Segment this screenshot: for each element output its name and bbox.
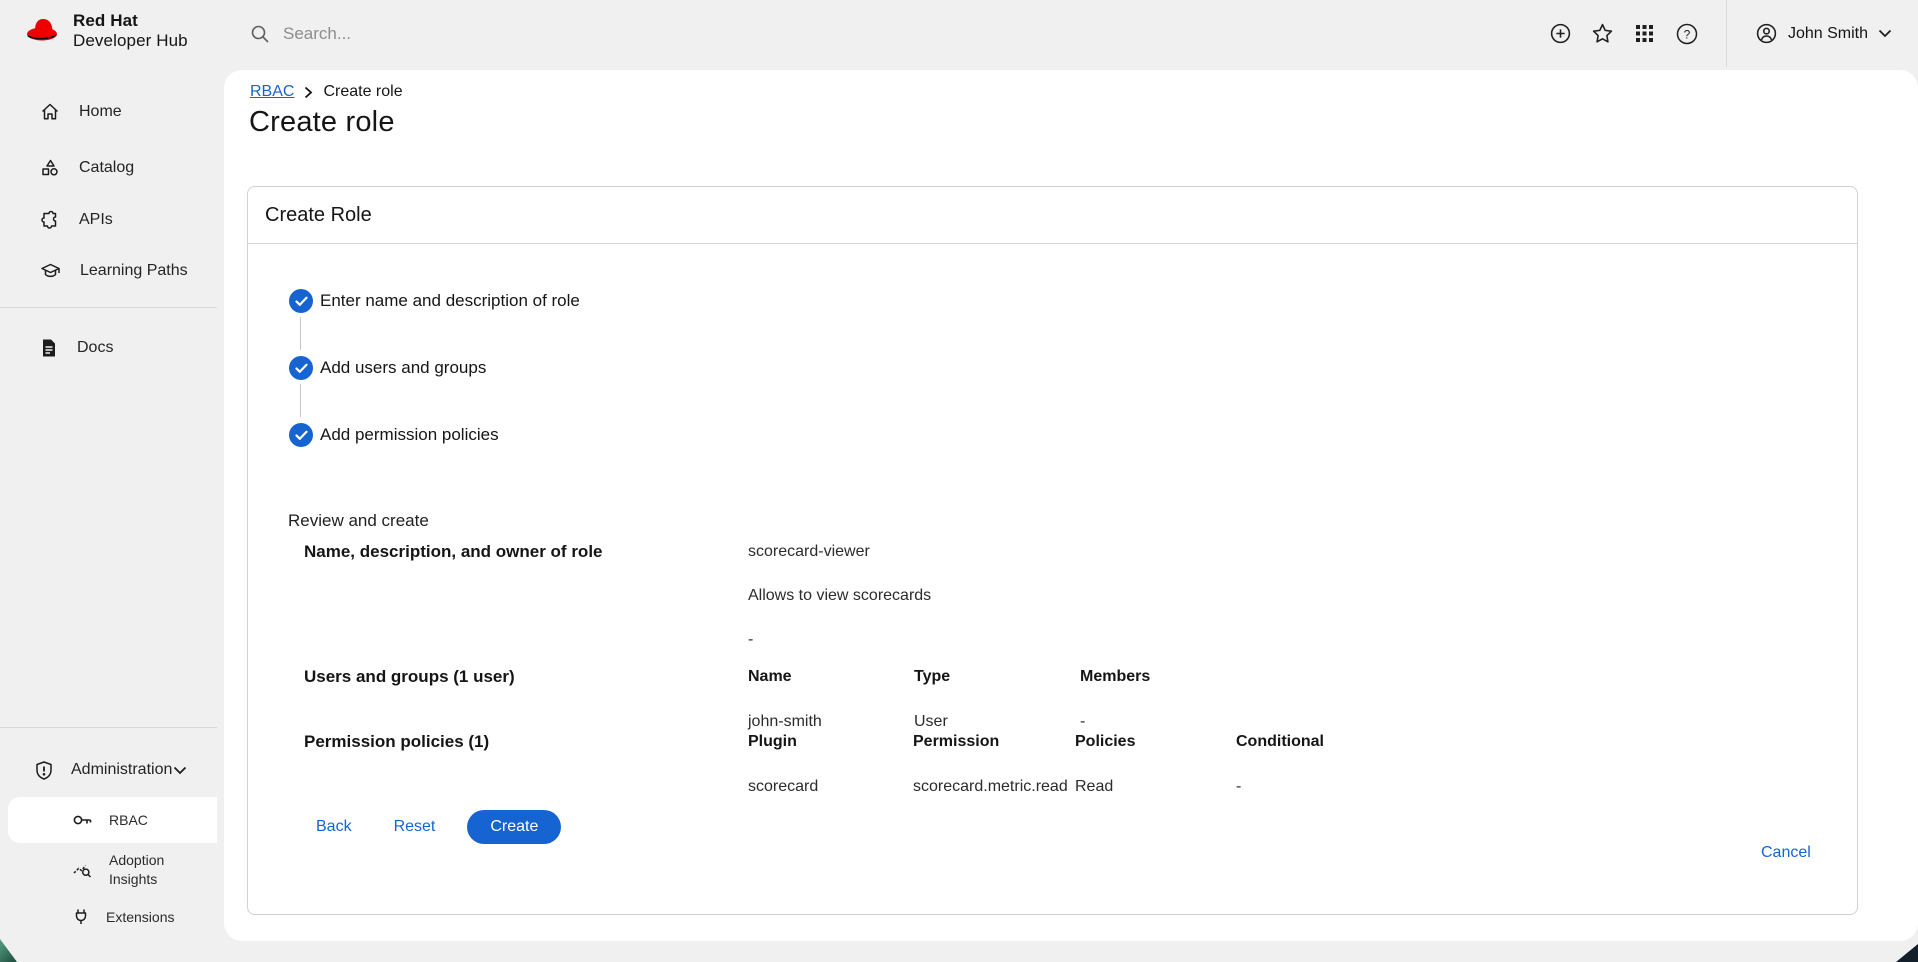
sidebar-nav: Home Catalog APIs Learning Paths Docs Ad… [0, 67, 217, 962]
sidebar-item-label: Administration [71, 761, 172, 779]
learning-paths-icon [40, 261, 61, 281]
search-placeholder: Search... [283, 24, 351, 44]
redhat-fedora-icon [21, 16, 65, 46]
step-connector [300, 384, 301, 417]
sidebar-item-extensions[interactable]: Extensions [0, 897, 217, 937]
key-icon [72, 811, 93, 829]
step-completed-check-icon [289, 356, 313, 380]
permissions-table: Plugin Permission Policies Conditional s… [748, 732, 1324, 797]
role-description-value: Allows to view scorecards [748, 586, 931, 606]
sidebar-divider [0, 727, 217, 728]
sidebar-item-learning-paths[interactable]: Learning Paths [0, 249, 217, 293]
users-cell: john-smith [748, 712, 914, 732]
sidebar-item-label: Extensions [106, 909, 174, 925]
admin-shield-icon [34, 760, 54, 781]
home-icon [40, 102, 60, 122]
step-add-users[interactable]: Add users and groups [289, 356, 486, 380]
add-circle-icon[interactable] [1540, 13, 1582, 55]
brand-line2: Developer Hub [73, 31, 188, 51]
sidebar-item-label: APIs [79, 211, 113, 229]
breadcrumb: RBAC Create role [250, 83, 403, 101]
app-header: Red Hat Developer Hub Search... [0, 0, 1918, 67]
create-button[interactable]: Create [467, 810, 561, 844]
permissions-col-header: Conditional [1236, 732, 1324, 752]
breadcrumb-chevron-icon [304, 86, 313, 99]
redhat-logo[interactable]: Red Hat Developer Hub [21, 11, 188, 51]
sidebar-item-rbac[interactable]: RBAC [8, 797, 217, 843]
cancel-button[interactable]: Cancel [1761, 844, 1811, 862]
sidebar-item-catalog[interactable]: Catalog [0, 146, 217, 190]
sidebar-item-administration[interactable]: Administration [0, 748, 217, 792]
chevron-down-icon [173, 766, 187, 775]
users-col-header: Type [914, 667, 1080, 687]
users-col-header: Members [1080, 667, 1150, 687]
create-role-card: Create Role Enter name and description o… [247, 186, 1858, 915]
sidebar-item-label: Learning Paths [80, 262, 188, 280]
sidebar-item-label: RBAC [109, 812, 148, 828]
search-input[interactable]: Search... [250, 0, 351, 67]
svg-text:?: ? [1684, 27, 1691, 41]
permissions-cell: scorecard [748, 777, 913, 797]
permissions-cell: - [1236, 777, 1324, 797]
step-add-permissions[interactable]: Add permission policies [289, 423, 499, 447]
users-cell: User [914, 712, 1080, 732]
user-name: John Smith [1788, 25, 1868, 43]
review-heading: Review and create [288, 511, 429, 531]
permissions-cell: scorecard.metric.read [913, 777, 1075, 797]
permissions-col-header: Plugin [748, 732, 913, 752]
review-name-section-label: Name, description, and owner of role [304, 542, 603, 562]
permissions-col-header: Policies [1075, 732, 1236, 752]
permissions-cell: Read [1075, 777, 1236, 797]
apis-icon [40, 210, 60, 230]
card-title: Create Role [265, 204, 372, 227]
sidebar-item-apis[interactable]: APIs [0, 198, 217, 242]
docs-icon [40, 338, 58, 358]
sidebar-item-label: Docs [77, 339, 113, 357]
users-col-header: Name [748, 667, 914, 687]
review-users-section-label: Users and groups (1 user) [304, 667, 515, 687]
breadcrumb-rbac-link[interactable]: RBAC [250, 83, 294, 101]
sidebar-item-adoption-insights[interactable]: Adoption Insights [0, 845, 217, 895]
brand-line1: Red Hat [73, 11, 188, 31]
step-label: Add users and groups [320, 358, 486, 378]
role-owner-value: - [748, 630, 753, 650]
step-label: Add permission policies [320, 425, 499, 445]
permissions-col-header: Permission [913, 732, 1075, 752]
review-permissions-section-label: Permission policies (1) [304, 732, 489, 752]
sidebar-item-home[interactable]: Home [0, 90, 217, 134]
sidebar-item-label: Adoption Insights [109, 851, 187, 889]
users-table: Name Type Members john-smith User - [748, 667, 1150, 732]
help-icon[interactable]: ? [1666, 13, 1708, 55]
step-completed-check-icon [289, 289, 313, 313]
step-completed-check-icon [289, 423, 313, 447]
back-button[interactable]: Back [306, 812, 362, 842]
step-label: Enter name and description of role [320, 291, 580, 311]
background-art-right [1896, 944, 1918, 962]
user-menu[interactable]: John Smith [1727, 22, 1918, 45]
sidebar-item-label: Catalog [79, 159, 134, 177]
sidebar-item-docs[interactable]: Docs [0, 326, 217, 370]
search-icon [250, 24, 270, 44]
page-title: Create role [249, 106, 395, 139]
step-connector [300, 317, 301, 350]
reset-button[interactable]: Reset [384, 812, 446, 842]
step-enter-name[interactable]: Enter name and description of role [289, 289, 580, 313]
catalog-icon [40, 158, 60, 178]
adoption-insights-icon [72, 860, 93, 880]
favorites-star-icon[interactable] [1582, 13, 1624, 55]
extensions-plug-icon [72, 907, 90, 927]
chevron-down-icon [1878, 29, 1892, 38]
breadcrumb-current: Create role [323, 83, 402, 101]
users-cell: - [1080, 712, 1150, 732]
role-name-value: scorecard-viewer [748, 542, 870, 562]
main-content-panel: RBAC Create role Create role Create Role… [224, 70, 1918, 941]
avatar-icon [1755, 22, 1778, 45]
card-header: Create Role [248, 187, 1857, 244]
app-grid-icon[interactable] [1624, 13, 1666, 55]
sidebar-divider [0, 307, 217, 308]
sidebar-item-label: Home [79, 103, 122, 121]
